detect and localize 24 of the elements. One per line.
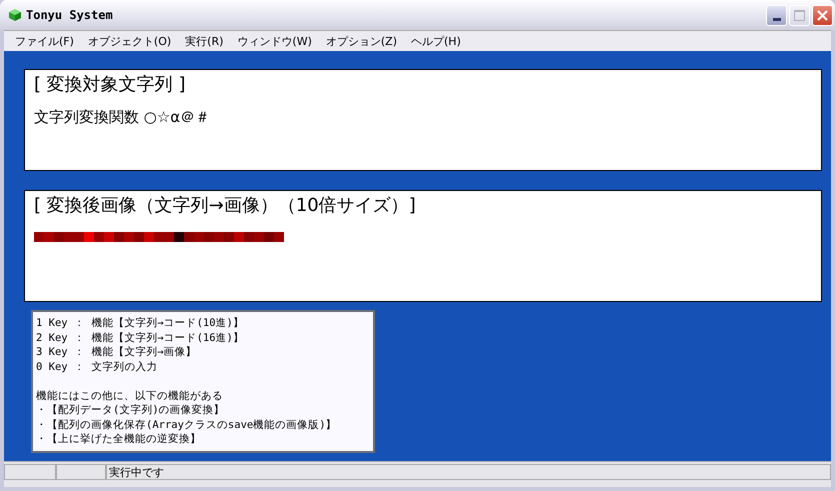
menu-item[interactable]: オプション(Z) xyxy=(318,34,404,48)
panel-heading: [ 変換後画像（文字列→画像）（10倍サイズ）] xyxy=(34,194,417,218)
status-text: 実行中です xyxy=(106,464,831,480)
key-help-line: 2 Key ： 機能【文字列→コード(16進)】 xyxy=(36,330,245,345)
note-line: ・【配列の画像化保存(Arrayクラスのsave機能の画像版)】 xyxy=(36,418,338,432)
window-title: Tonyu System xyxy=(26,8,113,22)
note-line: 機能にはこの他に、以下の機能がある xyxy=(36,388,224,403)
close-button[interactable] xyxy=(812,4,833,26)
minimize-button[interactable] xyxy=(766,4,787,26)
close-icon xyxy=(816,8,829,22)
panel-heading: [ 変換対象文字列 ] xyxy=(34,73,186,97)
cube-icon xyxy=(8,8,22,22)
menu-item[interactable]: ヘルプ(H) xyxy=(404,34,468,48)
note-line: ・【配列データ(文字列)の画像変換】 xyxy=(36,403,226,418)
key-help-line: 1 Key ： 機能【文字列→コード(10進)】 xyxy=(36,316,245,330)
status-pane xyxy=(56,464,106,480)
menu-item[interactable]: ウィンドウ(W) xyxy=(230,34,319,48)
menu-item[interactable]: 実行(R) xyxy=(178,34,230,48)
menu-item[interactable]: ファイル(F) xyxy=(8,34,81,48)
source-text: 文字列変換関数 ○☆α＠＃ xyxy=(34,108,212,127)
key-help-line: 3 Key ： 機能【文字列→画像】 xyxy=(36,345,198,360)
menu-item[interactable]: オブジェクト(O) xyxy=(80,34,178,48)
note-line: ・【上に挙げた全機能の逆変換】 xyxy=(36,432,202,446)
key-help-line: 0 Key ： 文字列の入力 xyxy=(36,360,158,374)
